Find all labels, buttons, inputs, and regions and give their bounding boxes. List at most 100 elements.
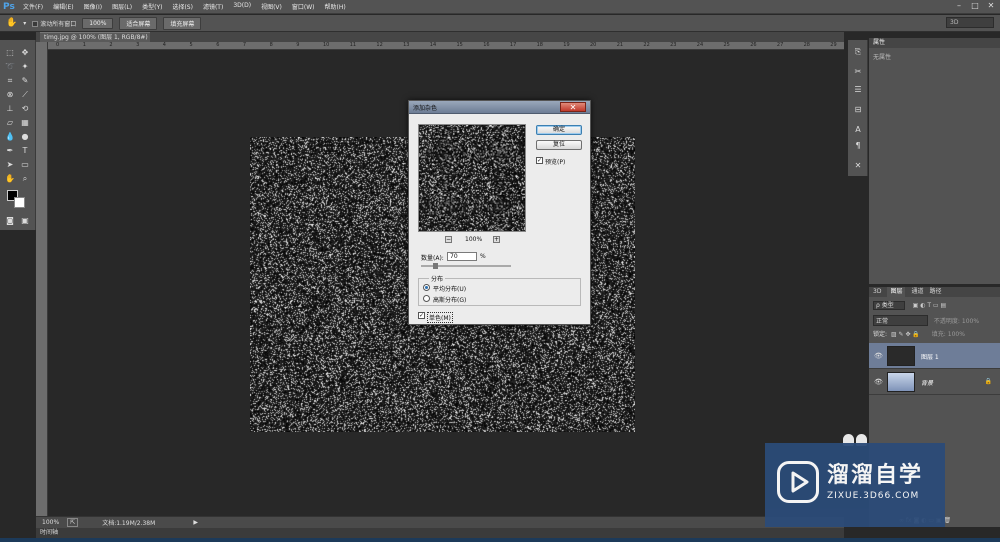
history-brush-icon[interactable]: ⟲ bbox=[19, 104, 31, 114]
blend-mode-select[interactable]: 正常 bbox=[873, 315, 928, 326]
crop-tool-icon[interactable]: ⌗ bbox=[4, 76, 16, 86]
watermark-url: ZIXUE.3D66.COM bbox=[827, 491, 920, 501]
watermark-title: 溜溜自学 bbox=[827, 463, 924, 488]
tab-channels[interactable]: 通道 bbox=[911, 287, 923, 297]
status-menu-arrow[interactable]: ▶ bbox=[193, 519, 198, 526]
opacity-value[interactable]: 100% bbox=[962, 318, 979, 325]
tool-preset-arrow-icon[interactable]: ▾ bbox=[23, 20, 26, 27]
zoom-out-button[interactable]: − bbox=[445, 236, 452, 243]
menu-item[interactable]: 选择(S) bbox=[167, 2, 198, 11]
quick-mask-icon[interactable]: ◙ bbox=[4, 216, 16, 226]
hand-tool-icon[interactable]: ✋ bbox=[4, 174, 16, 184]
lock-icons[interactable]: ▨ ✎ ✥ 🔒 bbox=[891, 331, 920, 338]
visibility-eye-icon[interactable]: 👁 bbox=[874, 352, 883, 360]
uniform-label[interactable]: 平均分布(U) bbox=[433, 284, 466, 293]
status-bar: 100% ⇱ 文档:1.19M/2.38M ▶ bbox=[36, 516, 844, 528]
preview-checkbox[interactable]: ✓ bbox=[536, 157, 543, 164]
menu-item[interactable]: 图像(I) bbox=[79, 2, 107, 11]
character-panel-icon[interactable]: A bbox=[852, 124, 864, 136]
menu-item[interactable]: 视图(V) bbox=[256, 2, 287, 11]
path-selection-icon[interactable]: ➤ bbox=[4, 160, 16, 170]
scroll-all-windows-checkbox[interactable] bbox=[32, 21, 39, 27]
menu-item[interactable]: 类型(Y) bbox=[137, 2, 167, 11]
close-button[interactable]: ✕ bbox=[986, 1, 996, 11]
adjustments-icon[interactable]: ☰ bbox=[852, 84, 864, 96]
monochromatic-checkbox[interactable]: ✓ bbox=[418, 312, 425, 319]
zoom-level[interactable]: 100% bbox=[42, 519, 59, 526]
type-tool-icon[interactable]: T bbox=[19, 146, 31, 156]
amount-label: 数量(A): bbox=[421, 255, 444, 262]
layer-filter-select[interactable]: ρ 类型 bbox=[873, 301, 905, 310]
history-panel-icon[interactable]: ⎘ bbox=[852, 46, 864, 58]
document-tab[interactable]: timg.jpg @ 100% (图层 1, RGB/8#) * × bbox=[40, 32, 150, 51]
menu-item[interactable]: 滤镜(T) bbox=[198, 2, 228, 11]
eraser-icon[interactable]: ▱ bbox=[4, 118, 16, 128]
paragraph-panel-icon[interactable]: ¶ bbox=[852, 140, 864, 152]
menu-item[interactable]: 图层(L) bbox=[107, 2, 137, 11]
fit-screen-button[interactable]: 适合屏幕 bbox=[119, 16, 158, 30]
ruler-number: 25 bbox=[723, 42, 730, 48]
rectangle-tool-icon[interactable]: ▭ bbox=[19, 160, 31, 170]
amount-slider-thumb[interactable] bbox=[433, 263, 438, 269]
healing-brush-icon[interactable]: ⊗ bbox=[4, 90, 16, 100]
fill-screen-button[interactable]: 填充屏幕 bbox=[163, 16, 202, 30]
timeline-bar[interactable]: 时间轴 bbox=[36, 528, 844, 538]
scroll-all-windows-option[interactable]: 滚动所有窗口 bbox=[32, 19, 76, 28]
menu-item[interactable]: 编辑(E) bbox=[48, 2, 78, 11]
dodge-tool-icon[interactable]: ● bbox=[19, 132, 31, 142]
zoom-tool-icon[interactable]: ⌕ bbox=[19, 174, 31, 184]
ruler-number: 26 bbox=[750, 42, 757, 48]
magic-wand-icon[interactable]: ✦ bbox=[19, 62, 31, 72]
zoom-100-button[interactable]: 100% bbox=[82, 17, 114, 29]
layer-name[interactable]: 背景 bbox=[921, 378, 933, 387]
blur-tool-icon[interactable]: 💧 bbox=[4, 132, 16, 142]
tools-settings-icon[interactable]: ✕ bbox=[852, 160, 864, 172]
visibility-eye-icon[interactable]: 👁 bbox=[874, 378, 883, 386]
align-icon[interactable]: ⊟ bbox=[852, 104, 864, 116]
filter-icons[interactable]: ▣ ◐ T ▭ ▤ bbox=[913, 302, 947, 309]
ok-button[interactable]: 确定 bbox=[536, 125, 582, 135]
maximize-button[interactable]: □ bbox=[970, 1, 980, 11]
amount-input[interactable]: 70 bbox=[447, 252, 477, 261]
screen-mode-icon[interactable]: ▣ bbox=[19, 216, 31, 226]
monochromatic-label[interactable]: 单色(M) bbox=[427, 312, 453, 323]
os-taskbar bbox=[0, 538, 1000, 542]
tab-3d[interactable]: 3D bbox=[873, 287, 881, 297]
brush-presets-icon[interactable]: ✂ bbox=[852, 66, 864, 78]
ruler-number: 14 bbox=[429, 42, 437, 48]
ruler-number: 20 bbox=[590, 42, 597, 48]
marquee-tool-icon[interactable]: ⬚ bbox=[4, 48, 16, 58]
uniform-radio[interactable] bbox=[423, 284, 430, 291]
timeline-label[interactable]: 时间轴 bbox=[40, 529, 58, 536]
brush-tool-icon[interactable]: ⟋ bbox=[19, 90, 31, 100]
gaussian-label[interactable]: 高斯分布(G) bbox=[433, 295, 466, 304]
tools-panel: ⬚ ✥ ➰ ✦ ⌗ ✎ ⊗ ⟋ ⊥ ⟲ ▱ ▦ 💧 ● ✒ T ➤ ▭ ✋ ⌕ … bbox=[0, 40, 36, 230]
layer-row-background[interactable]: 👁 背景 🔒 bbox=[869, 369, 1000, 395]
fill-label: 填充: bbox=[931, 331, 946, 338]
gaussian-radio[interactable] bbox=[423, 295, 430, 302]
noise-preview[interactable] bbox=[418, 124, 526, 232]
layer-name[interactable]: 图层 1 bbox=[921, 352, 939, 361]
tab-layers[interactable]: 图层 bbox=[887, 287, 906, 297]
move-tool-icon[interactable]: ✥ bbox=[19, 48, 31, 58]
fill-value[interactable]: 100% bbox=[948, 331, 965, 338]
dialog-close-button[interactable]: ✕ bbox=[560, 102, 586, 112]
menu-item[interactable]: 文件(F) bbox=[18, 2, 48, 11]
lock-label: 锁定: bbox=[873, 331, 888, 338]
background-color-swatch[interactable] bbox=[14, 197, 25, 208]
minimize-button[interactable]: – bbox=[954, 1, 964, 11]
export-icon[interactable]: ⇱ bbox=[67, 518, 79, 527]
menu-item[interactable]: 帮助(H) bbox=[320, 2, 351, 11]
tab-paths[interactable]: 路径 bbox=[929, 287, 941, 297]
gradient-icon[interactable]: ▦ bbox=[19, 118, 31, 128]
clone-stamp-icon[interactable]: ⊥ bbox=[4, 104, 16, 114]
menu-item[interactable]: 窗口(W) bbox=[287, 2, 320, 11]
zoom-in-button[interactable]: + bbox=[493, 236, 500, 243]
pen-tool-icon[interactable]: ✒ bbox=[4, 146, 16, 156]
workspace-select[interactable]: 3D bbox=[946, 17, 994, 28]
reset-button[interactable]: 复位 bbox=[536, 140, 582, 150]
eyedropper-icon[interactable]: ✎ bbox=[19, 76, 31, 86]
menu-item[interactable]: 3D(D) bbox=[228, 2, 256, 11]
layer-row-layer1[interactable]: 👁 图层 1 bbox=[869, 343, 1000, 369]
lasso-tool-icon[interactable]: ➰ bbox=[4, 62, 16, 72]
